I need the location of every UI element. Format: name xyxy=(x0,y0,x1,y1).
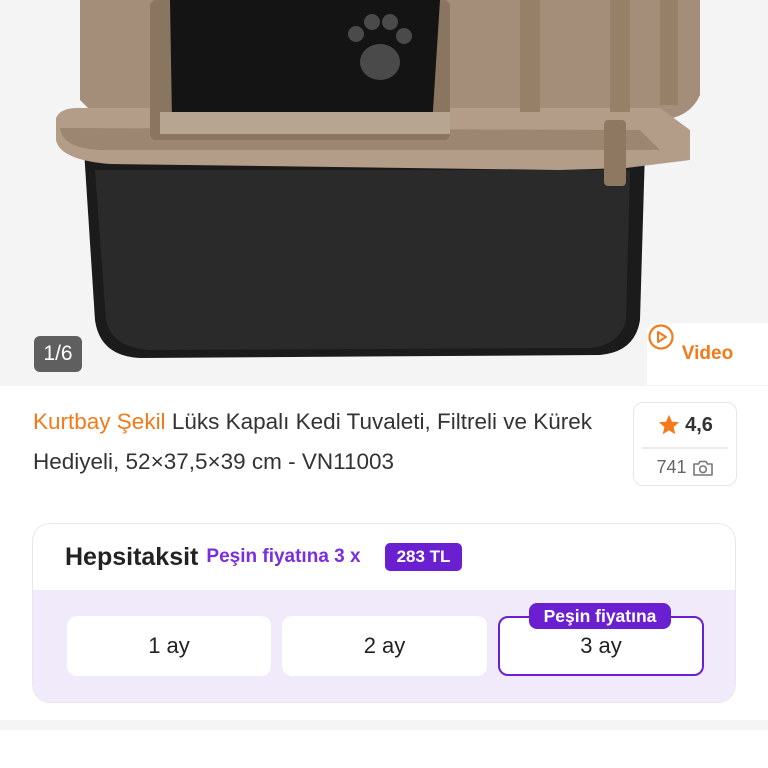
image-counter-badge: 1/6 xyxy=(34,336,82,372)
video-button[interactable]: Video xyxy=(647,323,768,385)
play-icon xyxy=(648,324,674,350)
installment-option-2[interactable]: 2 ay xyxy=(282,616,487,676)
camera-icon xyxy=(692,460,713,476)
section-divider xyxy=(0,720,768,730)
installment-header: Hepsitaksit Peşin fiyatına 3 x 283 TL xyxy=(33,524,735,590)
installment-option-1[interactable]: 1 ay xyxy=(67,616,271,676)
selected-option-tag: Peşin fiyatına xyxy=(529,603,671,629)
rating-score-row: 4,6 xyxy=(634,403,736,447)
video-label: Video xyxy=(681,343,734,364)
photo-count: 741 xyxy=(656,457,687,477)
installment-offer: Peşin fiyatına 3 x xyxy=(206,546,361,567)
installment-brand: Hepsitaksit xyxy=(65,542,199,571)
rating-box[interactable]: 4,6 741 xyxy=(633,402,737,486)
product-image-gallery[interactable]: 1/6 Video xyxy=(0,0,768,386)
product-title: Kurtbay Şekil Lüks Kapalı Kedi Tuvaleti,… xyxy=(33,402,623,482)
installment-price-badge: 283 TL xyxy=(384,543,463,571)
installment-card: Hepsitaksit Peşin fiyatına 3 x 283 TL 1 … xyxy=(32,523,736,703)
rating-score: 4,6 xyxy=(685,413,713,436)
photo-count-row[interactable]: 741 xyxy=(634,449,736,487)
star-icon xyxy=(658,414,680,435)
brand-link[interactable]: Kurtbay Şekil xyxy=(33,409,166,434)
